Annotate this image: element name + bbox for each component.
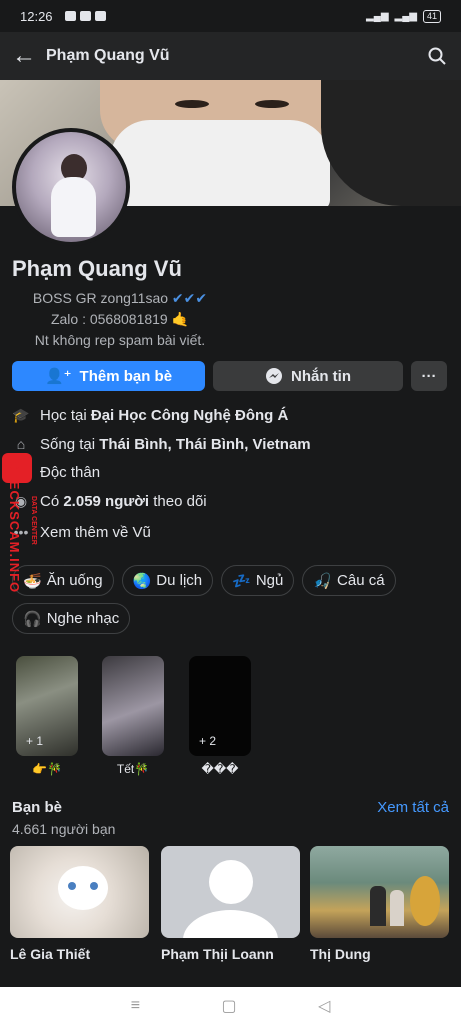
message-button[interactable]: Nhắn tin bbox=[213, 361, 403, 391]
more-options-button[interactable]: ··· bbox=[411, 361, 447, 391]
home-icon: ⌂ bbox=[16, 436, 26, 452]
school-name[interactable]: Đại Học Công Nghệ Đông Á bbox=[91, 407, 289, 424]
hobby-chip[interactable]: 💤 Ngủ bbox=[221, 565, 295, 596]
signal-icon-2: ▂▄▆ bbox=[394, 10, 417, 22]
battery-icon: 41 bbox=[422, 9, 441, 23]
menu-nav-icon[interactable]: ≡ bbox=[131, 997, 140, 1015]
hobby-label: Ngủ bbox=[255, 572, 284, 589]
lives-location[interactable]: Thái Bình, Thái Bình, Vietnam bbox=[99, 436, 310, 453]
back-arrow-icon[interactable]: ← bbox=[12, 42, 40, 70]
profile-name: Phạm Quang Vũ bbox=[12, 256, 182, 281]
add-friend-button[interactable]: 👤⁺ Thêm bạn bè bbox=[12, 361, 205, 391]
verified-checks: ✔✔✔ bbox=[171, 290, 208, 306]
add-friend-icon: 👤⁺ bbox=[44, 368, 72, 385]
featured-stories: + 1 👉🎋 Tết🎋 + 2 ��� bbox=[0, 656, 461, 776]
hobby-chips-row-1: 🍜 Ăn uống 🌏 Du lịch 💤 Ngủ 🎣 Câu cá bbox=[12, 565, 396, 596]
story-count: + 1 bbox=[26, 734, 44, 748]
bio-line-3: Nt không rep spam bài viết. bbox=[34, 332, 206, 348]
featured-story[interactable]: + 1 bbox=[16, 656, 78, 756]
featured-story[interactable] bbox=[102, 656, 164, 756]
relationship-status: Độc thân bbox=[40, 463, 101, 481]
profile-avatar[interactable] bbox=[12, 128, 130, 246]
detail-lives: ⌂ Sống tại Thái Bình, Thái Bình, Vietnam bbox=[12, 435, 311, 453]
hobby-chip[interactable]: 🌏 Du lịch bbox=[121, 565, 214, 596]
more-icon: ··· bbox=[421, 367, 437, 385]
friends-count: 4.661 người bạn bbox=[12, 821, 116, 837]
message-label: Nhắn tin bbox=[291, 367, 351, 385]
friend-card[interactable]: Thị Dung bbox=[310, 846, 449, 962]
friends-title: Bạn bè bbox=[12, 799, 63, 816]
hobby-label: Câu cá bbox=[337, 572, 385, 589]
clock: 12:26 bbox=[20, 8, 53, 24]
detail-followers: ◉ Có 2.059 người theo dõi bbox=[12, 492, 207, 510]
food-icon: 🍜 bbox=[23, 572, 42, 590]
featured-story[interactable]: + 2 bbox=[189, 656, 251, 756]
add-friend-label: Thêm bạn bè bbox=[79, 367, 173, 385]
headphones-icon: 🎧 bbox=[23, 610, 42, 628]
back-nav-icon[interactable]: ◁ bbox=[318, 996, 330, 1016]
hobby-chip[interactable]: 🎧 Nghe nhạc bbox=[12, 603, 131, 634]
school-prefix: Học tại bbox=[40, 406, 91, 424]
fishing-icon: 🎣 bbox=[313, 572, 333, 590]
system-nav-bar: ≡ ▢ ◁ bbox=[0, 987, 461, 1024]
gamepad-icon bbox=[64, 11, 76, 21]
story-caption: 👉🎋 bbox=[32, 762, 62, 776]
bio-line-2: Zalo : 0568081819 🤙 bbox=[50, 311, 190, 327]
followers-count[interactable]: 2.059 người bbox=[63, 493, 149, 510]
hobby-chip[interactable]: 🎣 Câu cá bbox=[302, 565, 396, 596]
sleep-icon: 💤 bbox=[232, 572, 251, 590]
followers-prefix: Có bbox=[40, 492, 64, 510]
detail-school: 🎓 Học tại Đại Học Công Nghệ Đông Á bbox=[12, 406, 288, 424]
bio-line-1: BOSS GR zong11sao bbox=[32, 290, 169, 306]
watermark-subtext: DATA CENTER bbox=[30, 496, 37, 545]
friend-photo bbox=[310, 846, 449, 938]
header-title: Phạm Quang Vũ bbox=[46, 47, 170, 64]
friend-name: Thị Dung bbox=[310, 946, 371, 962]
profile-actions: 👤⁺ Thêm bạn bè Nhắn tin ··· bbox=[12, 361, 447, 391]
messenger-icon bbox=[266, 368, 282, 384]
followers-suffix: theo dõi bbox=[149, 492, 207, 510]
signal-icon: ▂▄▆ bbox=[366, 10, 389, 22]
see-all-friends-link[interactable]: Xem tất cả bbox=[377, 799, 449, 816]
friend-name: Lê Gia Thiết bbox=[10, 946, 91, 962]
hobby-chip[interactable]: 🍜 Ăn uống bbox=[12, 565, 114, 596]
see-more-label: Xem thêm về Vũ bbox=[40, 523, 151, 541]
friends-header: Bạn bè Xem tất cả bbox=[12, 799, 449, 816]
hobby-label: Nghe nhạc bbox=[46, 610, 120, 627]
hobby-chips-row-2: 🎧 Nghe nhạc bbox=[12, 603, 131, 634]
default-avatar-icon bbox=[161, 846, 300, 938]
friend-photo bbox=[10, 846, 149, 938]
story-count: + 2 bbox=[199, 734, 217, 748]
story-caption: Tết🎋 bbox=[116, 762, 150, 776]
home-nav-icon[interactable]: ▢ bbox=[221, 996, 236, 1016]
graduation-cap-icon: 🎓 bbox=[12, 406, 30, 423]
app-header: ← Phạm Quang Vũ bbox=[0, 32, 461, 80]
lives-prefix: Sống tại bbox=[40, 435, 100, 453]
app-notification-icon bbox=[94, 11, 106, 21]
search-icon[interactable] bbox=[425, 44, 449, 68]
profile-bio: BOSS GR zong11sao ✔✔✔ Zalo : 0568081819 … bbox=[0, 288, 240, 351]
messenger-notification-icon bbox=[79, 11, 91, 21]
status-bar: 12:26 ▂▄▆ ▂▄▆ 41 bbox=[0, 0, 461, 32]
hobby-label: Du lịch bbox=[156, 572, 203, 589]
hobby-label: Ăn uống bbox=[46, 572, 103, 589]
globe-icon: 🌏 bbox=[132, 572, 152, 590]
friend-card[interactable]: Lê Gia Thiết bbox=[10, 846, 149, 962]
watermark-text: CHECKSCAM.INFO bbox=[7, 460, 22, 594]
friend-card[interactable]: Phạm Thịi Loann bbox=[161, 846, 300, 962]
story-caption: ��� bbox=[201, 762, 239, 776]
friend-name: Phạm Thịi Loann bbox=[161, 946, 274, 962]
